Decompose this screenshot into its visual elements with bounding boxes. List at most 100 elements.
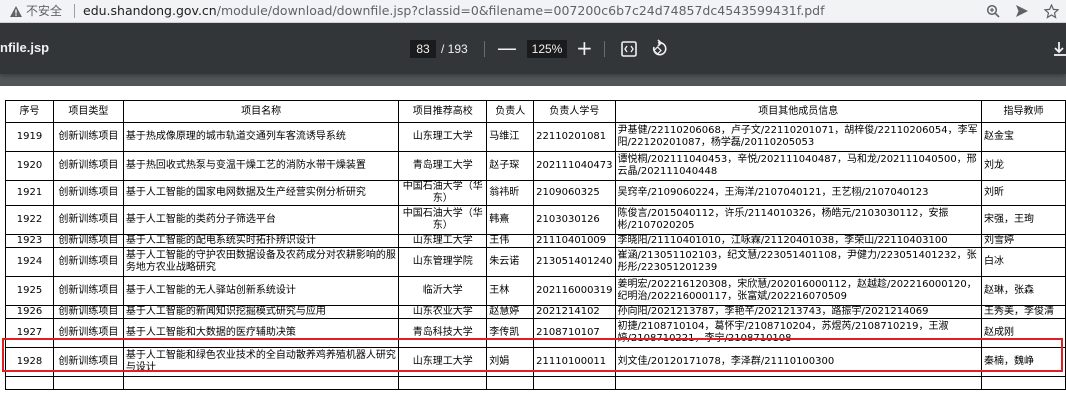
- column-header: 序号: [5, 100, 54, 123]
- cell-type: 创新训练项目: [52, 122, 124, 152]
- cell-name: 基于人工智能的新闻知识挖掘模式研究与应用: [122, 305, 400, 319]
- cell-name: [122, 376, 400, 390]
- cell-sid: 2103030126: [533, 205, 616, 235]
- url-text[interactable]: edu.shandong.gov.cn/module/download/down…: [83, 3, 825, 19]
- cell-members: 崔涵/213051102103，纪文慧/223051401108，尹健力/223…: [614, 247, 983, 277]
- cell-advisor: 刘昕: [981, 180, 1066, 206]
- cell-advisor: 刘龙: [981, 151, 1066, 181]
- cell-advisor: [981, 376, 1066, 390]
- cell-leader: 赵慧婷: [486, 305, 535, 319]
- cell-no: 1925: [5, 276, 54, 306]
- cell-name: 基于人工智能的守护农田数据设备及农药成分对农耕影响的服务地方农业战略研究: [122, 247, 400, 277]
- cell-type: 创新训练项目: [52, 151, 124, 181]
- cell-leader: 刘娟: [486, 347, 535, 377]
- table-row: 1925 创新训练项目 基于人工智能的无人驿站创新系统设计 临沂大学 王林 20…: [5, 276, 1066, 306]
- page-number-input[interactable]: 83: [410, 40, 436, 58]
- cell-type: [52, 376, 124, 390]
- warning-icon[interactable]: [8, 3, 24, 19]
- cell-school: 山东农业大学: [398, 305, 488, 319]
- cell-name: 基于人工智能的国家电网数据及生产经营实例分析研究: [122, 180, 400, 206]
- column-header: 项目推荐高校: [398, 100, 488, 123]
- zoom-in-button[interactable]: +: [576, 35, 593, 61]
- rotate-icon[interactable]: [648, 39, 668, 59]
- cell-no: [5, 376, 54, 390]
- cell-name: 基于热回收式热泵与变温干燥工艺的消防水带干燥装置: [122, 151, 400, 181]
- table-header-row: 序号 项目类型 项目名称 项目推荐高校 负责人 负责人学号 项目其他成员信息 指…: [5, 100, 1066, 123]
- security-label[interactable]: 不安全: [26, 3, 62, 19]
- cell-no: 1921: [5, 180, 54, 206]
- cell-school: 临沂大学: [398, 276, 488, 306]
- url-path[interactable]: /module/download/downfile.jsp?classid=0&…: [217, 3, 825, 18]
- pdf-page: 序号 项目类型 项目名称 项目推荐高校 负责人 负责人学号 项目其他成员信息 指…: [0, 86, 1066, 407]
- cell-leader: 马维江: [486, 122, 535, 152]
- cell-members: 姜明宏/202216120308，宋欣慧/202016000112，赵越趁/20…: [614, 276, 983, 306]
- cell-name: 基于人工智能的类药分子筛选平台: [122, 205, 400, 235]
- cell-advisor: 赵琳，张森: [981, 276, 1066, 306]
- column-header: 指导教师: [981, 100, 1066, 123]
- pdf-title: nfile.jsp: [0, 40, 50, 55]
- zoom-icon[interactable]: [984, 2, 1002, 20]
- cell-members: [614, 376, 983, 390]
- table-row: 1926 创新训练项目 基于人工智能的新闻知识挖掘模式研究与应用 山东农业大学 …: [5, 305, 1066, 319]
- cell-sid: 2021214102: [533, 305, 616, 319]
- cell-type: 创新训练项目: [52, 276, 124, 306]
- cell-sid: 202111040473: [533, 151, 616, 181]
- cell-leader: 王林: [486, 276, 535, 306]
- share-icon[interactable]: [1013, 2, 1031, 20]
- cell-sid: 21110401009: [533, 234, 616, 248]
- cell-school: 山东理工大学: [398, 347, 488, 377]
- cell-members: 孙向阳/2021213787，李艳芊/2021213743，路振宇/202121…: [614, 305, 983, 319]
- cell-leader: 韩熹: [486, 205, 535, 235]
- cell-name: 基于热成像原理的城市轨道交通列车客流诱导系统: [122, 122, 400, 152]
- cell-sid: 2109060325: [533, 180, 616, 206]
- cell-leader: 翁祎昕: [486, 180, 535, 206]
- address-bar[interactable]: 不安全 edu.shandong.gov.cn/module/download/…: [0, 0, 1066, 23]
- cell-name: 基于人工智能和绿色农业技术的全自动散养鸡养殖机器人研究与设计: [122, 347, 400, 377]
- cell-members: 谭悦桐/202111040453，辛悦/202111040487，马和龙/202…: [614, 151, 983, 181]
- cell-leader: 李传凯: [486, 318, 535, 348]
- cell-name: 基于人工智能和大数据的医疗辅助决策: [122, 318, 400, 348]
- cell-sid: 213051401240: [533, 247, 616, 277]
- cell-school: [398, 376, 488, 390]
- cell-type: 创新训练项目: [52, 247, 124, 277]
- address-separator: [74, 4, 75, 18]
- cell-advisor: 赵金宝: [981, 122, 1066, 152]
- url-host[interactable]: edu.shandong.gov.cn: [83, 3, 217, 18]
- cell-school: 中国石油大学（华东）: [398, 180, 488, 206]
- column-header: 项目类型: [52, 100, 124, 123]
- cell-advisor: 白冰: [981, 247, 1066, 277]
- cell-members: 吴窍辛/2109060224，王海洋/2107040121，王艺栩/210704…: [614, 180, 983, 206]
- zoom-out-button[interactable]: —: [497, 35, 517, 61]
- download-icon[interactable]: [1052, 40, 1066, 58]
- cell-no: 1927: [5, 318, 54, 348]
- table-row-highlighted: 1927 创新训练项目 基于人工智能和大数据的医疗辅助决策 青岛科技大学 李传凯…: [5, 318, 1066, 348]
- table-row: 1919 创新训练项目 基于热成像原理的城市轨道交通列车客流诱导系统 山东理工大…: [5, 122, 1066, 152]
- fit-page-icon[interactable]: [619, 39, 639, 59]
- cell-name: 基于人工智能的无人驿站创新系统设计: [122, 276, 400, 306]
- cell-members: 刘文佳/20120171078，李泽群/21110100300: [614, 347, 983, 377]
- column-header: 项目其他成员信息: [614, 100, 983, 123]
- cell-sid: 22110201081: [533, 122, 616, 152]
- cell-type: 创新训练项目: [52, 318, 124, 348]
- cell-type: 创新训练项目: [52, 180, 124, 206]
- cell-advisor: 秦楠，魏峥: [981, 347, 1066, 377]
- cell-name: 基于人工智能的配电系统实时拓扑辨识设计: [122, 234, 400, 248]
- page-total: / 193: [441, 42, 468, 56]
- cell-members: 李晓阳/21110401010，江咏霖/21120401038，李荣山/2211…: [614, 234, 983, 248]
- cell-school: 山东理工大学: [398, 234, 488, 248]
- cell-no: 1922: [5, 205, 54, 235]
- cell-type: 创新训练项目: [52, 347, 124, 377]
- cell-leader: 朱云诺: [486, 247, 535, 277]
- cell-leader: 赵子琛: [486, 151, 535, 181]
- cell-no: 1928: [5, 347, 54, 377]
- star-icon[interactable]: [1042, 2, 1060, 20]
- column-header: 项目名称: [122, 100, 400, 123]
- zoom-level-input[interactable]: 125%: [527, 40, 567, 58]
- table-row: [5, 376, 1066, 390]
- cell-sid: [533, 376, 616, 390]
- cell-school: 山东理工大学: [398, 122, 488, 152]
- table-row: 1921 创新训练项目 基于人工智能的国家电网数据及生产经营实例分析研究 中国石…: [5, 180, 1066, 206]
- cell-school: 山东管理学院: [398, 247, 488, 277]
- project-table: 序号 项目类型 项目名称 项目推荐高校 负责人 负责人学号 项目其他成员信息 指…: [5, 100, 1066, 390]
- cell-sid: 21110100011: [533, 347, 616, 377]
